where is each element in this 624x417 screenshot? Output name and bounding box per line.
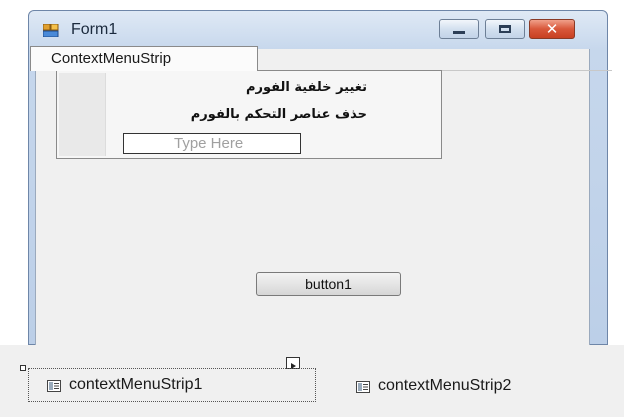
close-button[interactable]: ✕	[529, 19, 575, 39]
window-title: Form1	[71, 21, 118, 38]
tray-item-label: contextMenuStrip2	[378, 377, 512, 394]
minimize-icon	[453, 30, 465, 34]
button1[interactable]: button1	[256, 272, 401, 296]
menu-item-remove-controls[interactable]: حذف عناصر التحكم بالفورم	[107, 104, 367, 126]
context-menu-strip-tab[interactable]: ContextMenuStrip	[30, 46, 258, 71]
component-icon	[47, 379, 61, 392]
tray-item-label: contextMenuStrip1	[69, 376, 203, 393]
minimize-button[interactable]	[439, 19, 479, 39]
component-icon	[356, 380, 370, 393]
close-icon: ✕	[545, 19, 559, 38]
maximize-button[interactable]	[485, 19, 525, 39]
type-here-input[interactable]: Type Here	[123, 133, 301, 154]
menu-item-change-background[interactable]: تغيير خلفية الفورم	[107, 77, 367, 99]
form-app-icon	[42, 23, 59, 38]
tray-item-context-menu-strip-2[interactable]: contextMenuStrip2	[356, 373, 511, 399]
menu-image-margin	[59, 73, 106, 156]
title-bar[interactable]: Form1 ✕	[29, 11, 607, 49]
selection-handle[interactable]	[20, 365, 26, 371]
maximize-icon	[499, 25, 511, 33]
context-menu-dropdown: تغيير خلفية الفورم حذف عناصر التحكم بالف…	[56, 70, 442, 159]
tray-item-context-menu-strip-1[interactable]: contextMenuStrip1	[28, 368, 316, 402]
